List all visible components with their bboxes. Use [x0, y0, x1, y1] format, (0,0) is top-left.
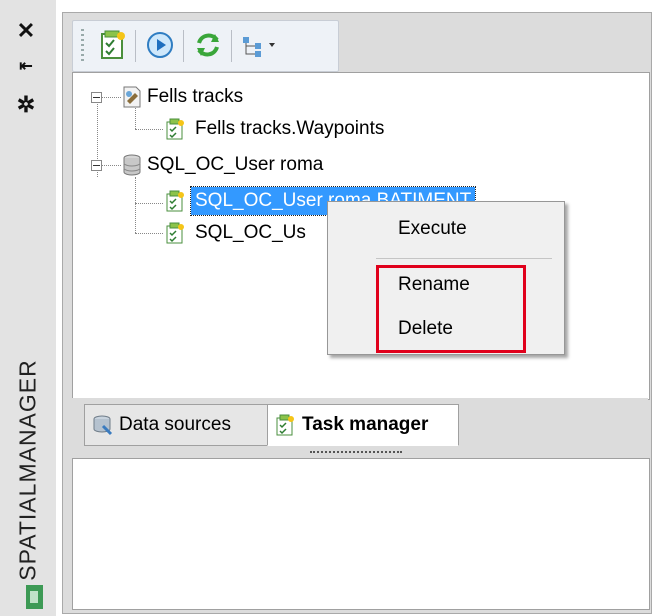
data-sources-icon	[93, 415, 113, 436]
tab-splitter-grip[interactable]	[310, 451, 402, 453]
toolbar-grip[interactable]	[81, 29, 84, 63]
settings-icon[interactable]: ✲	[14, 92, 38, 118]
collapse-icon[interactable]	[91, 160, 102, 171]
tree-node-label: Fells tracks	[147, 86, 244, 107]
tree-connector	[135, 177, 136, 233]
task-properties-area	[72, 458, 650, 610]
tree-connector	[135, 233, 163, 234]
palette-title: SPATIALMANAGER	[14, 359, 41, 581]
toolbar-separator	[183, 30, 184, 62]
tree-connector	[101, 97, 121, 98]
refresh-icon[interactable]	[191, 28, 225, 62]
palette-status-icon	[26, 585, 43, 609]
tab-data-sources[interactable]: Data sources	[84, 404, 273, 446]
tab-label: Data sources	[119, 414, 231, 435]
menu-item-execute[interactable]: Execute	[398, 216, 467, 242]
close-icon[interactable]: ✕	[14, 18, 38, 44]
new-task-icon[interactable]	[95, 28, 129, 62]
highlight-box	[376, 265, 526, 353]
context-menu: Execute Rename Delete	[327, 201, 565, 355]
tree-view-dropdown-icon[interactable]	[239, 28, 283, 62]
menu-separator	[376, 258, 552, 259]
tree-connector	[135, 203, 163, 204]
toolbar-separator	[135, 30, 136, 62]
task-icon	[165, 222, 185, 244]
tree-node-label: Fells tracks.Waypoints	[195, 118, 385, 139]
tab-task-manager[interactable]: Task manager	[267, 404, 459, 446]
tree-connector	[135, 129, 163, 130]
tab-strip: Data sources Task manager	[72, 398, 648, 450]
tree-node-label: SQL_OC_User roma	[147, 154, 324, 175]
database-icon	[121, 153, 141, 176]
run-icon[interactable]	[143, 28, 177, 62]
toolbar	[72, 20, 339, 72]
tab-label: Task manager	[302, 414, 429, 435]
collapse-icon[interactable]	[91, 92, 102, 103]
task-icon	[165, 190, 185, 212]
palette-side-strip: ✕ ⇤ ✲ SPATIALMANAGER	[0, 0, 56, 616]
task-icon	[165, 118, 185, 140]
tree-connector	[101, 165, 121, 166]
task-manager-icon	[276, 414, 294, 436]
pin-icon[interactable]: ⇤	[14, 56, 38, 76]
datasource-file-icon	[121, 85, 141, 108]
toolbar-separator	[231, 30, 232, 62]
tree-node-label: SQL_OC_Us	[195, 222, 306, 243]
